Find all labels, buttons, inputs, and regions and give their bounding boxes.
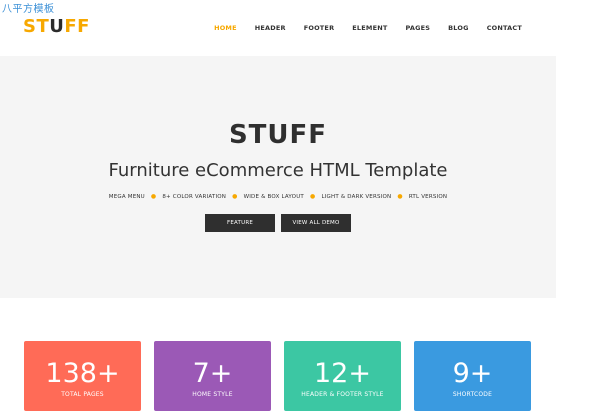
separator-dot: ● [310, 193, 316, 200]
nav-item-header[interactable]: HEADER [255, 24, 286, 32]
nav-item-blog[interactable]: BLOG [448, 24, 469, 32]
stat-number: 9+ [452, 358, 493, 389]
logo-part-2: U [49, 16, 65, 37]
main-nav: HOME HEADER FOOTER ELEMENT PAGES BLOG CO… [196, 24, 522, 32]
stat-card-shortcode: 9+ SHORTCODE [414, 341, 531, 411]
separator-dot: ● [150, 193, 157, 200]
stat-label: HOME STYLE [192, 391, 233, 398]
stats-row: 138+ TOTAL PAGES 7+ HOME STYLE 12+ HEADE… [24, 341, 531, 411]
feature-item: MEGA MENU [108, 193, 145, 200]
hero-section: STUFF Furniture eCommerce HTML Template … [0, 56, 556, 298]
stat-label: SHORTCODE [452, 391, 493, 398]
stat-card-total-pages: 138+ TOTAL PAGES [24, 341, 141, 411]
stat-card-home-style: 7+ HOME STYLE [154, 341, 271, 411]
stat-number: 138+ [45, 358, 120, 389]
separator-dot: ● [397, 193, 403, 200]
hero-subtitle: Furniture eCommerce HTML Template [108, 160, 448, 181]
logo[interactable]: STUFF [23, 17, 90, 37]
watermark-text: 八平方模板 [2, 4, 55, 15]
feature-item: 8+ COLOR VARIATION [162, 193, 227, 200]
feature-item: WIDE & BOX LAYOUT [243, 193, 304, 200]
logo-part-1: ST [23, 16, 50, 37]
stat-number: 7+ [192, 358, 233, 389]
feature-button[interactable]: FEATURE [205, 214, 275, 232]
stat-number: 12+ [314, 358, 371, 389]
feature-item: LIGHT & DARK VERSION [321, 193, 392, 200]
nav-item-element[interactable]: ELEMENT [352, 24, 387, 32]
view-all-demo-button[interactable]: VIEW ALL DEMO [281, 214, 351, 232]
hero-title: STUFF [228, 120, 328, 150]
feature-item: RTL VERSION [408, 193, 448, 200]
hero-buttons: FEATURE VIEW ALL DEMO [0, 214, 556, 232]
nav-item-pages[interactable]: PAGES [406, 24, 431, 32]
nav-item-home[interactable]: HOME [214, 24, 237, 32]
separator-dot: ● [232, 193, 238, 200]
stat-label: TOTAL PAGES [61, 391, 104, 398]
nav-item-footer[interactable]: FOOTER [304, 24, 335, 32]
logo-part-3: FF [64, 16, 90, 37]
feature-list: MEGA MENU ● 8+ COLOR VARIATION ● WIDE & … [0, 193, 556, 200]
stat-label: HEADER & FOOTER STYLE [301, 391, 384, 398]
stat-card-header-footer-style: 12+ HEADER & FOOTER STYLE [284, 341, 401, 411]
nav-item-contact[interactable]: CONTACT [487, 24, 522, 32]
